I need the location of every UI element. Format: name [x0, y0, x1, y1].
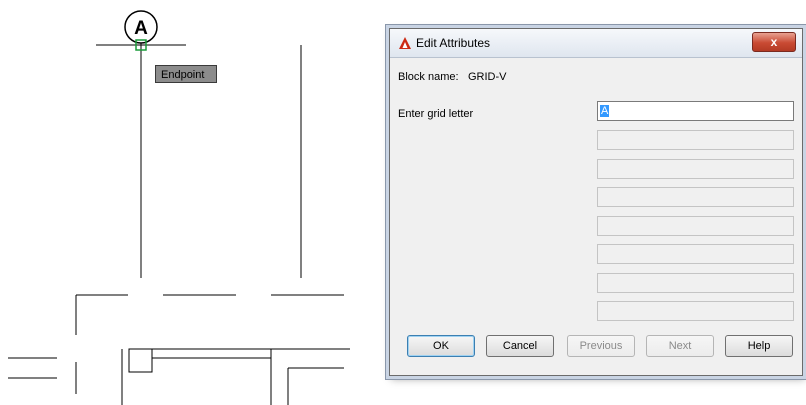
autocad-logo-icon	[399, 37, 411, 49]
ok-button[interactable]: OK	[407, 335, 475, 357]
empty-attribute-field	[597, 187, 794, 207]
help-button[interactable]: Help	[725, 335, 793, 357]
block-name-value: GRID-V	[468, 71, 507, 83]
block-name-label: Block name:	[398, 71, 459, 83]
selected-text: A	[600, 105, 610, 117]
empty-attribute-field	[597, 159, 794, 179]
empty-attribute-field	[597, 130, 794, 150]
endpoint-tooltip: Endpoint	[155, 65, 217, 83]
empty-attribute-field	[597, 301, 794, 321]
close-button[interactable]: x	[752, 32, 796, 52]
empty-attribute-field	[597, 216, 794, 236]
edit-attributes-dialog: Edit Attributes x Block name: GRID-V Ent…	[389, 28, 803, 376]
cancel-button[interactable]: Cancel	[486, 335, 554, 357]
empty-attribute-field	[597, 244, 794, 264]
empty-attribute-field	[597, 273, 794, 293]
previous-button[interactable]: Previous	[567, 335, 635, 357]
dialog-title: Edit Attributes	[416, 36, 491, 50]
attribute-prompt-label: Enter grid letter	[398, 108, 474, 120]
grid-bubble-letter: A	[134, 18, 148, 39]
dialog-titlebar[interactable]: Edit Attributes x	[390, 29, 802, 58]
column-box	[128, 348, 153, 373]
attribute-value-input[interactable]: A	[597, 101, 794, 121]
next-button[interactable]: Next	[646, 335, 714, 357]
